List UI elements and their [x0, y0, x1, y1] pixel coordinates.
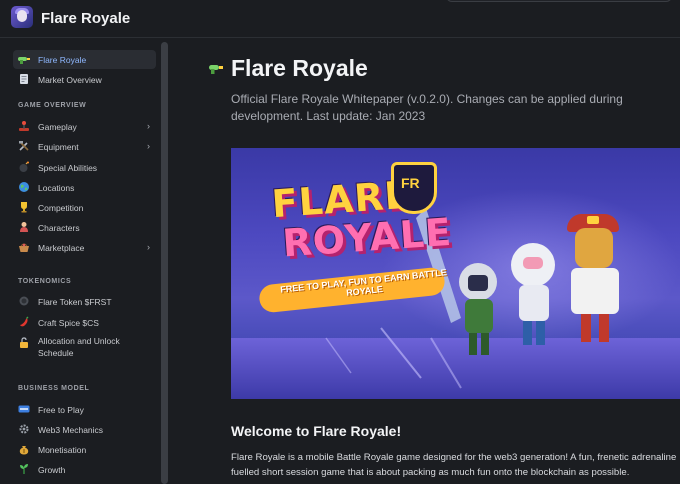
sidebar-item-gameplay[interactable]: Gameplay ›	[13, 117, 156, 136]
sidebar-item-label: Web3 Mechanics	[38, 424, 104, 435]
sidebar-item-label: Monetisation	[38, 444, 87, 455]
trophy-icon	[17, 201, 31, 215]
sidebar-item-label: Allocation and Unlock Schedule	[38, 336, 120, 358]
sidebar-item-label: Market Overview	[38, 74, 102, 85]
page-subtitle: Official Flare Royale Whitepaper (v.0.2.…	[231, 92, 623, 123]
free-badge-icon	[17, 403, 31, 417]
raygun-icon	[208, 61, 224, 75]
sidebar-item-label: Free to Play	[38, 404, 84, 415]
document-icon	[17, 73, 31, 87]
sidebar-item-flare-token[interactable]: Flare Token $FRST	[13, 292, 156, 311]
sidebar-item-locations[interactable]: Locations	[13, 178, 156, 197]
sidebar-item-allocation[interactable]: Allocation and Unlock Schedule	[13, 335, 156, 363]
sidebar-item-label: Gameplay	[38, 121, 77, 132]
main-content: Flare Royale Official Flare Royale White…	[170, 38, 680, 481]
section-heading-game-overview: GAME OVERVIEW	[18, 102, 87, 109]
basket-icon	[17, 241, 31, 255]
sidebar-item-label: Locations	[38, 182, 75, 193]
sidebar-item-label: Flare Token $FRST	[38, 296, 112, 307]
section-heading-tokenomics: TOKENOMICS	[18, 278, 72, 285]
raygun-icon	[17, 53, 31, 67]
money-bag-icon	[17, 443, 31, 457]
sidebar-item-label: Special Abilities	[38, 162, 98, 173]
sidebar-item-market-overview[interactable]: Market Overview	[13, 70, 156, 89]
sidebar-item-free-to-play[interactable]: Free to Play	[13, 400, 156, 419]
chevron-right-icon[interactable]: ›	[147, 121, 150, 131]
plant-icon	[17, 463, 31, 477]
bomb-icon	[17, 161, 31, 175]
hero-badge: FR	[391, 162, 437, 214]
section-heading-business-model: BUSINESS MODEL	[18, 385, 90, 392]
sidebar-item-label: Equipment	[38, 141, 79, 152]
welcome-heading: Welcome to Flare Royale!	[231, 423, 402, 439]
gear-icon	[17, 423, 31, 437]
globe-icon	[17, 181, 31, 195]
chevron-right-icon[interactable]: ›	[147, 242, 150, 252]
sidebar-item-label: Flare Royale	[38, 54, 87, 65]
sidebar-item-label: Craft Spice $CS	[38, 317, 99, 328]
top-bar: Flare Royale	[0, 0, 680, 38]
sidebar-item-growth[interactable]: Growth	[13, 460, 156, 479]
sidebar-item-marketplace[interactable]: Marketplace ›	[13, 238, 156, 257]
sidebar-item-equipment[interactable]: Equipment ›	[13, 137, 156, 156]
flare-royale-avatar-icon[interactable]	[11, 6, 33, 28]
sidebar-item-competition[interactable]: Competition	[13, 198, 156, 217]
hero-image: FLARE ROYALE FR FREE TO PLAY, FUN TO EAR…	[231, 148, 680, 399]
sidebar-item-monetisation[interactable]: Monetisation	[13, 440, 156, 459]
sidebar-item-characters[interactable]: Characters	[13, 218, 156, 237]
page-title: Flare Royale	[231, 55, 368, 81]
sidebar-item-web3-mechanics[interactable]: Web3 Mechanics	[13, 420, 156, 439]
sidebar-item-craft-spice[interactable]: Craft Spice $CS	[13, 313, 156, 332]
sidebar-scrollbar[interactable]	[161, 42, 168, 484]
sidebar-item-flare-royale[interactable]: Flare Royale	[13, 50, 156, 69]
sidebar-item-special-abilities[interactable]: Special Abilities	[13, 158, 156, 177]
chili-pepper-icon	[17, 316, 31, 330]
hammer-wrench-icon	[17, 140, 31, 154]
sidebar-item-label: Characters	[38, 222, 80, 233]
joystick-icon	[17, 120, 31, 134]
sidebar-item-label: Marketplace	[38, 242, 85, 253]
coin-icon	[17, 295, 31, 309]
unlock-icon	[17, 337, 31, 351]
sidebar-item-label: Growth	[38, 464, 66, 475]
sidebar-item-label: Competition	[38, 202, 84, 213]
search-box[interactable]	[446, 0, 672, 2]
app-title[interactable]: Flare Royale	[41, 10, 130, 27]
person-icon	[17, 221, 31, 235]
intro-paragraph: Flare Royale is a mobile Battle Royale g…	[231, 452, 677, 478]
chevron-right-icon[interactable]: ›	[147, 141, 150, 151]
